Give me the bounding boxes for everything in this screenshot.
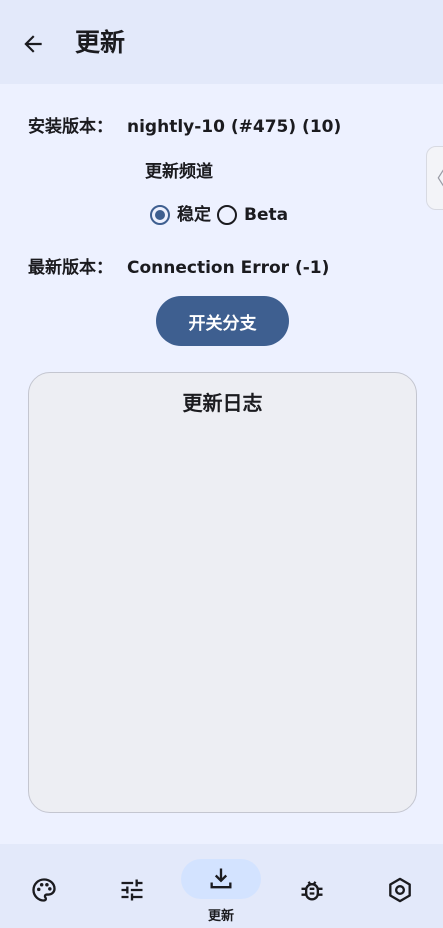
arrow-left-icon (24, 35, 42, 53)
nav-item-debug[interactable] (268, 844, 356, 928)
edge-panel-handle[interactable]: 〈 (426, 146, 443, 210)
radio-unselected-icon (217, 205, 237, 225)
nav-item-tune[interactable] (88, 844, 176, 928)
nav-item-theme[interactable] (0, 844, 88, 928)
toggle-branch-button[interactable]: 开关分支 (156, 296, 289, 346)
bottom-navigation: 更新 (0, 844, 443, 928)
back-button[interactable] (14, 25, 52, 63)
latest-version-label: 最新版本： (28, 258, 113, 278)
channel-option-beta[interactable]: Beta (217, 203, 294, 227)
update-channel-title: 更新频道 (145, 162, 213, 182)
changelog-title: 更新日志 (182, 391, 263, 415)
settings-hexagon-icon (384, 874, 416, 906)
installed-version-label: 安装版本： (28, 117, 113, 137)
channel-option-stable[interactable]: 稳定 (150, 203, 217, 227)
channel-option-stable-label: 稳定 (177, 205, 211, 225)
download-icon (205, 863, 237, 895)
installed-version-value: nightly-10 (#475) (10) (127, 117, 342, 137)
tune-icon (116, 874, 148, 906)
bug-icon (296, 874, 328, 906)
page-title: 更新 (75, 28, 126, 57)
channel-option-beta-label: Beta (244, 205, 289, 225)
radio-selected-icon (150, 205, 170, 225)
chevron-left-icon: 〈 (427, 165, 443, 191)
nav-item-settings[interactable] (356, 844, 443, 928)
latest-version-value: Connection Error (-1) (127, 258, 330, 278)
app-bar: 更新 (0, 0, 443, 84)
nav-label-update: 更新 (207, 909, 234, 924)
nav-item-update[interactable]: 更新 (177, 844, 265, 928)
changelog-card: 更新日志 (28, 372, 417, 813)
palette-icon (28, 874, 60, 906)
update-channel-radio-group: 稳定 Beta (150, 201, 294, 229)
